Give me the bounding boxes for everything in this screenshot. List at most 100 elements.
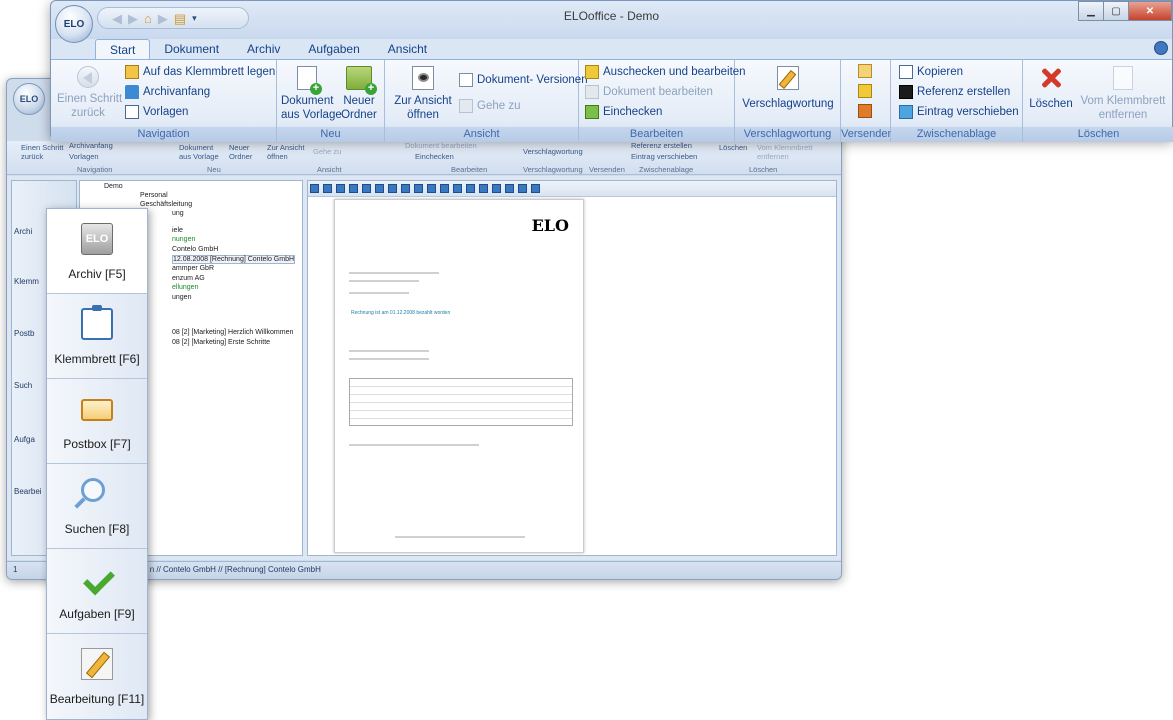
tree-node[interactable]: nungen	[172, 236, 195, 243]
tab-dokument[interactable]: Dokument	[150, 39, 233, 59]
bg-nav-klemmbrett[interactable]: Klemm	[14, 277, 39, 286]
move-entry-button[interactable]: Eintrag verschieben	[899, 104, 1019, 120]
tree-node[interactable]: Personal	[140, 192, 168, 199]
qat-home-icon[interactable]: ⌂	[144, 12, 152, 25]
tree-node[interactable]: Geschäftsleitung	[140, 201, 192, 208]
minimize-button[interactable]: ▁	[1078, 1, 1104, 21]
remove-from-clipboard-button[interactable]: Vom Klemmbrett entfernen	[1075, 66, 1171, 122]
bg-new-folder[interactable]: Neuer Ordner	[229, 143, 252, 161]
elo-app-orb[interactable]: ELO	[55, 5, 93, 43]
nav-aufgaben[interactable]: Aufgaben [F9]	[47, 549, 147, 634]
checkout-edit-button[interactable]: Auschecken und bearbeiten	[585, 64, 746, 80]
delete-x-icon	[1040, 66, 1062, 90]
elo-doc-logo: ELO	[531, 216, 569, 235]
home-icon	[125, 85, 139, 99]
clipboard-icon	[81, 305, 113, 340]
send-mail-button[interactable]	[858, 64, 872, 78]
nav-archiv[interactable]: ELO Archiv [F5]	[47, 209, 147, 294]
checkin-button[interactable]: Einchecken	[585, 104, 662, 120]
group-label-bearbeiten: Bearbeiten	[579, 127, 734, 142]
new-document-icon	[297, 66, 322, 95]
ribbon-start: Einen Schritt zurück Auf das Klemmbrett l…	[51, 59, 1173, 142]
verschlagwortung-button[interactable]: Verschlagwortung	[735, 66, 841, 111]
qat-folder-icon[interactable]: ▤	[174, 12, 186, 25]
tree-node[interactable]: ammper GbR	[172, 265, 214, 272]
tree-node[interactable]: Contelo GmbH	[172, 246, 218, 253]
delete-button[interactable]: Löschen	[1029, 66, 1073, 111]
tree-node[interactable]: ung	[172, 210, 184, 217]
bg-checkin[interactable]: Einchecken	[415, 152, 454, 161]
bg-move-entry[interactable]: Eintrag verschieben	[631, 152, 697, 161]
copy-icon	[899, 65, 913, 79]
goto-button[interactable]: Gehe zu	[459, 98, 520, 114]
new-folder-button[interactable]: NeuerOrdner	[339, 66, 379, 122]
tree-node[interactable]: 12.08.2008 [Rechnung] Contelo GmbH	[172, 255, 296, 264]
tree-node[interactable]: 08 [2] [Marketing] Herzlich Willkommen	[172, 329, 293, 336]
preview-toolbar[interactable]	[308, 181, 836, 197]
bg-from-template[interactable]: Dokument aus Vorlage	[179, 143, 219, 161]
tree-node[interactable]: enzum AG	[172, 275, 205, 282]
bg-group-ansicht: Ansicht	[317, 165, 342, 174]
group-bearbeiten: Auschecken und bearbeiten Dokument bearb…	[579, 60, 746, 142]
edit-document-button[interactable]: Dokument bearbeiten	[585, 84, 713, 100]
bg-create-ref[interactable]: Referenz erstellen	[631, 141, 692, 150]
send-folder-button[interactable]	[858, 84, 872, 98]
view-eye-icon	[412, 66, 434, 90]
tab-start[interactable]: Start	[95, 39, 151, 59]
tree-node[interactable]: ungen	[172, 294, 191, 301]
bg-goto[interactable]: Gehe zu	[313, 147, 341, 156]
postbox-icon	[81, 399, 113, 421]
group-verschlagwortung: Verschlagwortung Verschlagwortung	[735, 60, 841, 142]
nav-bearbeitung[interactable]: Bearbeitung [F11]	[47, 634, 147, 719]
maximize-button[interactable]: ▢	[1103, 1, 1129, 21]
nav-klemmbrett[interactable]: Klemmbrett [F6]	[47, 294, 147, 379]
archive-start-button[interactable]: Archivanfang	[125, 84, 210, 100]
bg-group-verschlag: Verschlagwortung	[523, 165, 583, 174]
bg-verschlag[interactable]: Verschlagwortung	[523, 147, 583, 156]
tab-archiv[interactable]: Archiv	[233, 39, 294, 59]
bg-delete[interactable]: Löschen	[719, 143, 747, 152]
tree-node[interactable]: iele	[172, 227, 183, 234]
qat-back-icon[interactable]: ◀	[112, 12, 122, 25]
tree-node[interactable]: 08 [2] [Marketing] Erste Schritte	[172, 339, 270, 346]
bg-nav-aufgaben[interactable]: Aufga	[14, 435, 35, 444]
bg-elo-orb[interactable]: ELO	[13, 83, 45, 115]
bg-templates[interactable]: Vorlagen	[69, 152, 99, 161]
bg-back-button[interactable]: Einen Schritt zurück	[21, 143, 64, 161]
tree-node[interactable]: Demo	[104, 183, 123, 190]
qat-forward2-icon[interactable]: ▶	[158, 12, 168, 25]
document-versions-button[interactable]: Dokument- Versionen	[459, 72, 588, 88]
bg-edit-doc[interactable]: Dokument bearbeiten	[405, 141, 477, 150]
tab-aufgaben[interactable]: Aufgaben	[294, 39, 373, 59]
send-archive-button[interactable]	[858, 104, 872, 118]
window-controls: ▁ ▢ ✕	[1078, 1, 1172, 21]
close-button[interactable]: ✕	[1128, 1, 1172, 21]
help-icon[interactable]	[1154, 41, 1168, 55]
qat-forward-icon[interactable]: ▶	[128, 12, 138, 25]
bg-nav-bearbeitung[interactable]: Bearbei	[14, 487, 42, 496]
bg-nav-suchen[interactable]: Such	[14, 381, 32, 390]
ribbon-tabs: Start Dokument Archiv Aufgaben Ansicht	[95, 39, 441, 59]
tree-node[interactable]: ellungen	[172, 284, 198, 291]
back-step-button[interactable]: Einen Schritt zurück	[57, 66, 122, 120]
clipboard-put-button[interactable]: Auf das Klemmbrett legen	[125, 64, 275, 80]
tab-ansicht[interactable]: Ansicht	[374, 39, 441, 59]
search-icon	[81, 478, 105, 502]
bg-remove-clip[interactable]: Vom Klemmbrett entfernen	[757, 143, 812, 161]
doc-from-template-button[interactable]: Dokumentaus Vorlage	[281, 66, 342, 122]
bg-archive-start[interactable]: Archivanfang	[69, 141, 113, 150]
checkout-icon	[585, 65, 599, 79]
nav-postbox[interactable]: Postbox [F7]	[47, 379, 147, 464]
qat-dropdown-icon[interactable]: ▾	[192, 12, 197, 25]
create-reference-button[interactable]: Referenz erstellen	[899, 84, 1010, 100]
open-view-button[interactable]: Zur Ansicht öffnen	[393, 66, 453, 122]
bg-open-view[interactable]: Zur Ansicht öffnen	[267, 143, 305, 161]
bg-nav-archiv[interactable]: Archi	[14, 227, 32, 236]
copy-button[interactable]: Kopieren	[899, 64, 963, 80]
nav-suchen[interactable]: Suchen [F8]	[47, 464, 147, 549]
new-folder-icon	[346, 66, 377, 95]
templates-button[interactable]: Vorlagen	[125, 104, 188, 120]
goto-icon	[459, 99, 473, 113]
bg-nav-postbox[interactable]: Postb	[14, 329, 34, 338]
send-folder-icon	[858, 84, 872, 98]
